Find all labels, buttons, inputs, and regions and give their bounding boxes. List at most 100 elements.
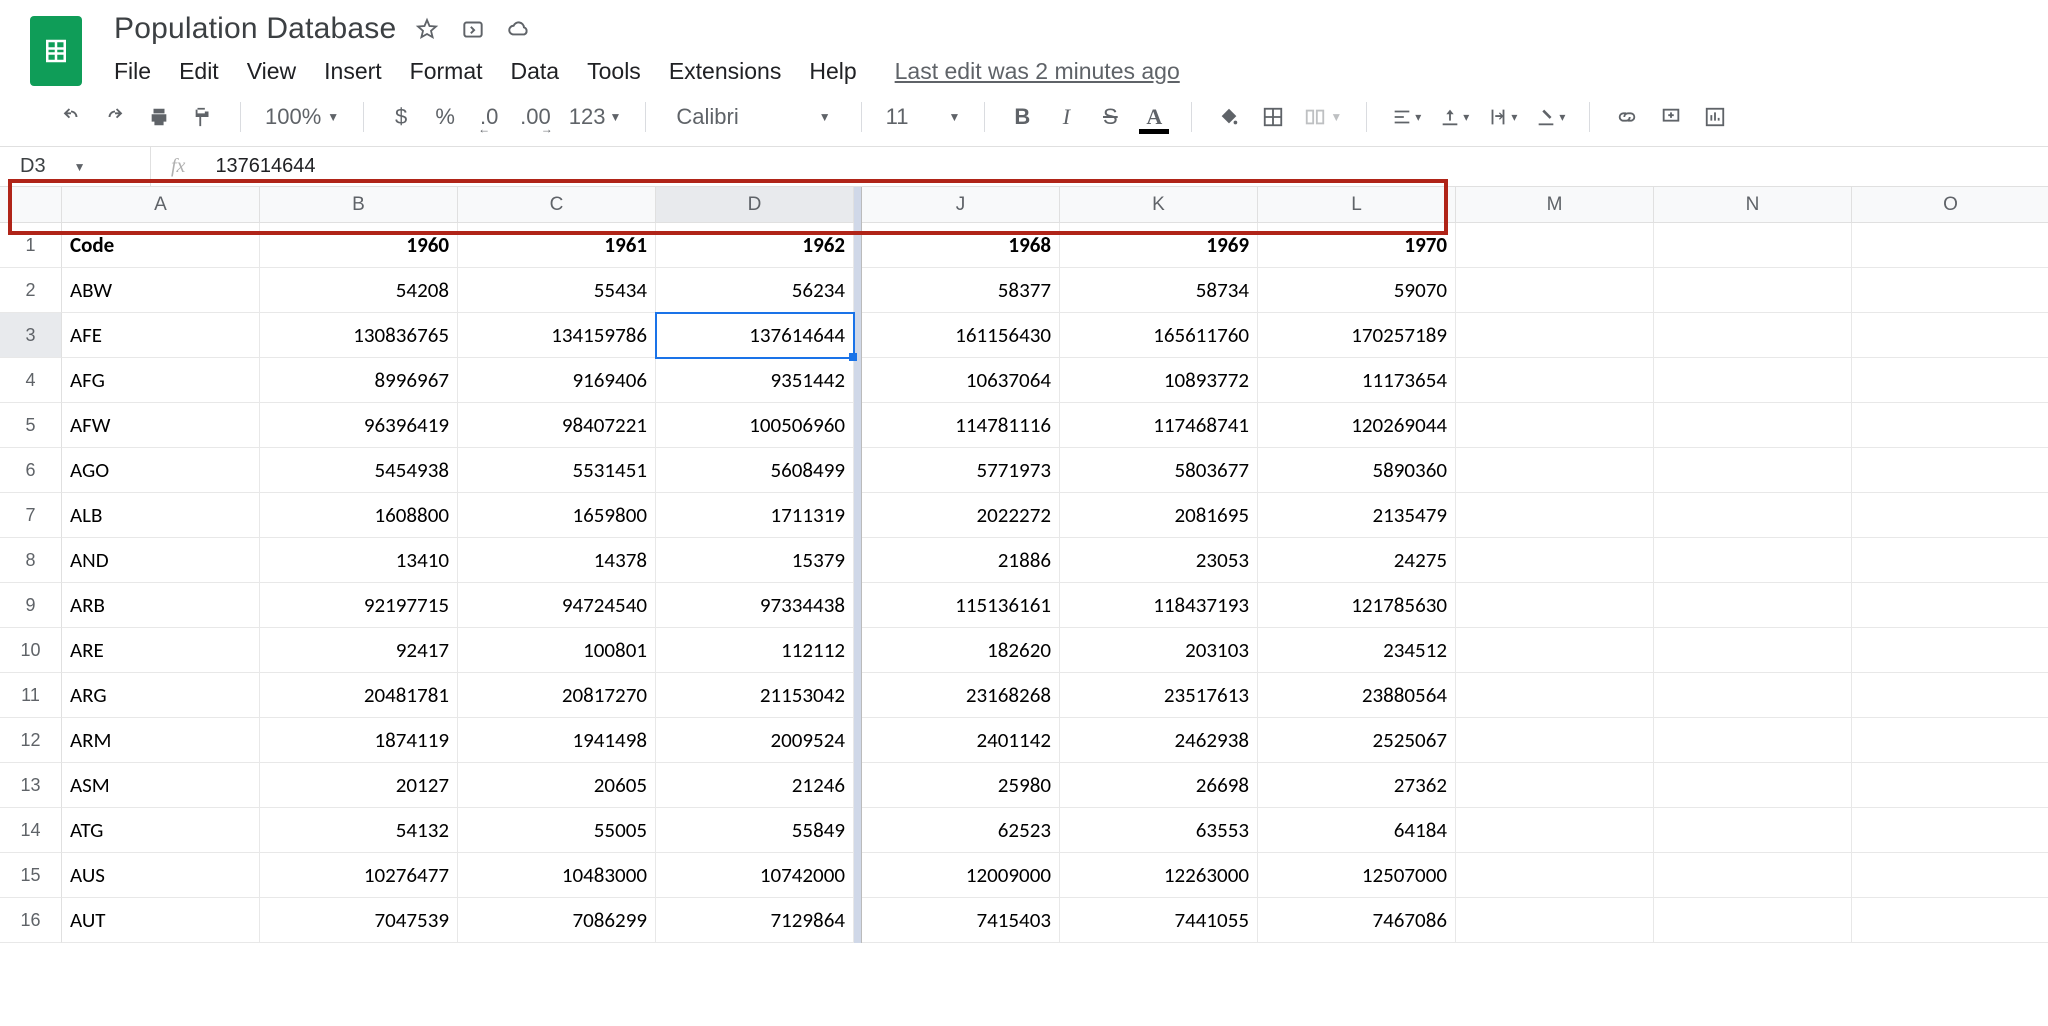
decrease-decimal-button[interactable]: .0← bbox=[476, 104, 502, 130]
cell[interactable] bbox=[1852, 538, 2048, 583]
cell[interactable] bbox=[1456, 628, 1654, 673]
cell[interactable] bbox=[1654, 808, 1852, 853]
cell[interactable]: 98407221 bbox=[458, 403, 656, 448]
cell[interactable] bbox=[1654, 583, 1852, 628]
cell[interactable]: 130836765 bbox=[260, 313, 458, 358]
cell[interactable]: 1659800 bbox=[458, 493, 656, 538]
cell[interactable]: 54208 bbox=[260, 268, 458, 313]
cell[interactable]: ARM bbox=[62, 718, 260, 763]
cell[interactable]: 23517613 bbox=[1060, 673, 1258, 718]
cell[interactable]: 10637064 bbox=[862, 358, 1060, 403]
merge-cells-button[interactable]: ▼ bbox=[1304, 106, 1342, 128]
cell[interactable]: 117468741 bbox=[1060, 403, 1258, 448]
column-header-B[interactable]: B bbox=[260, 187, 458, 223]
cell[interactable]: 5531451 bbox=[458, 448, 656, 493]
header-cell[interactable]: 1970 bbox=[1258, 223, 1456, 268]
header-cell[interactable]: 1960 bbox=[260, 223, 458, 268]
cell[interactable]: 114781116 bbox=[862, 403, 1060, 448]
currency-button[interactable]: $ bbox=[388, 104, 414, 130]
cell[interactable]: 12263000 bbox=[1060, 853, 1258, 898]
cell[interactable]: 20481781 bbox=[260, 673, 458, 718]
cell[interactable]: AUS bbox=[62, 853, 260, 898]
cell[interactable]: 54132 bbox=[260, 808, 458, 853]
cell[interactable]: 21246 bbox=[656, 763, 854, 808]
cell[interactable] bbox=[1456, 718, 1654, 763]
cell[interactable] bbox=[1654, 313, 1852, 358]
column-header-A[interactable]: A bbox=[62, 187, 260, 223]
cell[interactable] bbox=[1456, 403, 1654, 448]
cell[interactable]: 165611760 bbox=[1060, 313, 1258, 358]
cell[interactable]: 58734 bbox=[1060, 268, 1258, 313]
cell[interactable]: 96396419 bbox=[260, 403, 458, 448]
cell[interactable] bbox=[1852, 358, 2048, 403]
cell[interactable] bbox=[1654, 493, 1852, 538]
header-cell[interactable] bbox=[1456, 223, 1654, 268]
cell[interactable]: 1874119 bbox=[260, 718, 458, 763]
row-header-5[interactable]: 5 bbox=[0, 403, 62, 448]
cell[interactable]: 9351442 bbox=[656, 358, 854, 403]
cell[interactable]: 5454938 bbox=[260, 448, 458, 493]
cell[interactable]: 25980 bbox=[862, 763, 1060, 808]
header-cell[interactable] bbox=[1654, 223, 1852, 268]
cell[interactable]: 27362 bbox=[1258, 763, 1456, 808]
cell[interactable]: 58377 bbox=[862, 268, 1060, 313]
percent-button[interactable]: % bbox=[432, 104, 458, 130]
cell[interactable]: 118437193 bbox=[1060, 583, 1258, 628]
row-header-12[interactable]: 12 bbox=[0, 718, 62, 763]
cell[interactable]: 97334438 bbox=[656, 583, 854, 628]
sheets-logo[interactable] bbox=[30, 16, 82, 86]
menu-help[interactable]: Help bbox=[809, 58, 856, 85]
cell[interactable]: 20605 bbox=[458, 763, 656, 808]
text-wrap-button[interactable]: ▾ bbox=[1487, 106, 1517, 128]
cell[interactable]: 10276477 bbox=[260, 853, 458, 898]
cell[interactable]: 100801 bbox=[458, 628, 656, 673]
cell[interactable] bbox=[1456, 268, 1654, 313]
cell[interactable]: 112112 bbox=[656, 628, 854, 673]
cell[interactable] bbox=[1456, 538, 1654, 583]
cell[interactable]: ARE bbox=[62, 628, 260, 673]
cell[interactable]: 21153042 bbox=[656, 673, 854, 718]
row-header-3[interactable]: 3 bbox=[0, 313, 62, 358]
cell[interactable] bbox=[1852, 763, 2048, 808]
insert-link-button[interactable] bbox=[1614, 106, 1640, 128]
column-header-N[interactable]: N bbox=[1654, 187, 1852, 223]
cell[interactable] bbox=[1456, 358, 1654, 403]
cell[interactable]: 11173654 bbox=[1258, 358, 1456, 403]
row-header-14[interactable]: 14 bbox=[0, 808, 62, 853]
cell[interactable]: 100506960 bbox=[656, 403, 854, 448]
select-all-corner[interactable] bbox=[0, 187, 62, 223]
menu-view[interactable]: View bbox=[247, 58, 296, 85]
cell[interactable]: 115136161 bbox=[862, 583, 1060, 628]
cell[interactable] bbox=[1654, 358, 1852, 403]
cell[interactable]: 5771973 bbox=[862, 448, 1060, 493]
cell[interactable]: 1608800 bbox=[260, 493, 458, 538]
column-header-J[interactable]: J bbox=[862, 187, 1060, 223]
cell[interactable] bbox=[1852, 403, 2048, 448]
cell[interactable] bbox=[1654, 673, 1852, 718]
cell[interactable]: 12009000 bbox=[862, 853, 1060, 898]
cell[interactable]: 10483000 bbox=[458, 853, 656, 898]
more-formats-button[interactable]: 123▼ bbox=[569, 104, 622, 130]
cell[interactable]: 1711319 bbox=[656, 493, 854, 538]
menu-edit[interactable]: Edit bbox=[179, 58, 219, 85]
cell[interactable] bbox=[1456, 313, 1654, 358]
cell[interactable]: ABW bbox=[62, 268, 260, 313]
row-header-1[interactable]: 1 bbox=[0, 223, 62, 268]
cell[interactable]: 2009524 bbox=[656, 718, 854, 763]
menu-insert[interactable]: Insert bbox=[324, 58, 382, 85]
cell[interactable]: ASM bbox=[62, 763, 260, 808]
row-header-9[interactable]: 9 bbox=[0, 583, 62, 628]
cell[interactable]: 21886 bbox=[862, 538, 1060, 583]
increase-decimal-button[interactable]: .00→ bbox=[520, 104, 551, 130]
cell[interactable]: 2401142 bbox=[862, 718, 1060, 763]
menu-tools[interactable]: Tools bbox=[587, 58, 641, 85]
cell[interactable]: 5608499 bbox=[656, 448, 854, 493]
cloud-status-icon[interactable] bbox=[506, 16, 532, 42]
name-box[interactable]: D3 ▼ bbox=[0, 155, 150, 178]
cell[interactable]: 137614644 bbox=[656, 313, 854, 358]
header-cell[interactable]: Code bbox=[62, 223, 260, 268]
cell[interactable]: 56234 bbox=[656, 268, 854, 313]
insert-chart-button[interactable] bbox=[1702, 106, 1728, 128]
cell[interactable] bbox=[1852, 448, 2048, 493]
column-header-C[interactable]: C bbox=[458, 187, 656, 223]
